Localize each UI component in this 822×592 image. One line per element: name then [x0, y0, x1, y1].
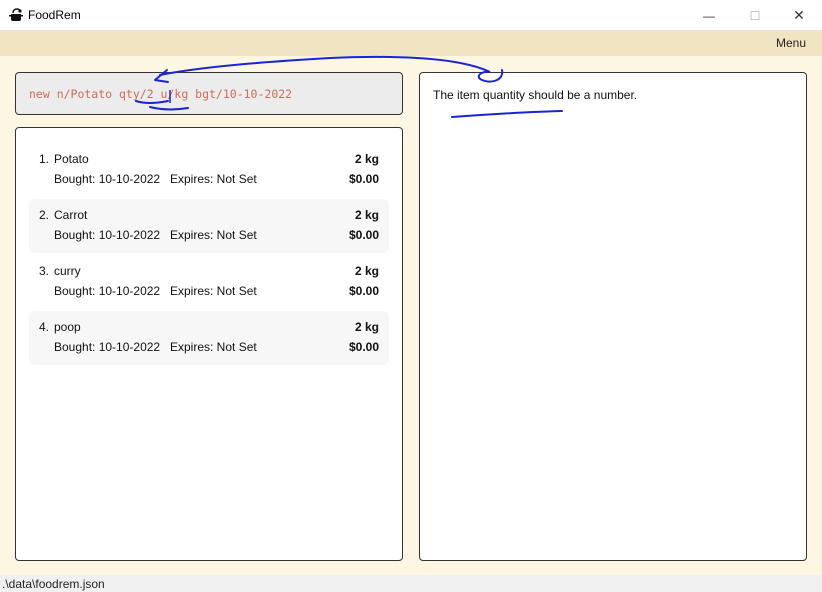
item-name: Potato	[54, 152, 89, 166]
item-price: $0.00	[348, 284, 379, 298]
item-quantity: 2 kg	[354, 152, 379, 166]
item-expiry-date: Expires: Not Set	[170, 172, 257, 186]
item-name: curry	[54, 264, 81, 278]
item-quantity: 2 kg	[354, 264, 379, 278]
minimize-icon: —	[703, 8, 715, 23]
item-index: 2.	[39, 208, 50, 222]
item-index: 3.	[39, 264, 50, 278]
close-button[interactable]: ✕	[776, 0, 822, 31]
list-item[interactable]: 3. curry 2 kg Bought: 10-10-2022 Expires…	[29, 255, 389, 309]
command-box[interactable]: new n/Potato qty/2 u/kg bgt/10-10-2022	[15, 72, 403, 115]
item-name: poop	[54, 320, 81, 334]
item-quantity: 2 kg	[354, 320, 379, 334]
list-item[interactable]: 2. Carrot 2 kg Bought: 10-10-2022 Expire…	[29, 199, 389, 253]
minimize-button[interactable]: —	[686, 0, 732, 31]
status-bar: .\data\foodrem.json	[0, 575, 822, 592]
item-bought-date: Bought: 10-10-2022	[54, 228, 161, 242]
maximize-button[interactable]: ☐	[732, 0, 778, 31]
item-index: 1.	[39, 152, 50, 166]
item-price: $0.00	[348, 340, 379, 354]
item-expiry-date: Expires: Not Set	[170, 228, 257, 242]
item-expiry-date: Expires: Not Set	[170, 340, 257, 354]
item-list-panel[interactable]: 1. Potato 2 kg Bought: 10-10-2022 Expire…	[15, 127, 403, 561]
list-item[interactable]: 4. poop 2 kg Bought: 10-10-2022 Expires:…	[29, 311, 389, 365]
list-item[interactable]: 1. Potato 2 kg Bought: 10-10-2022 Expire…	[29, 143, 389, 197]
menu-button[interactable]: Menu	[776, 36, 806, 50]
item-price: $0.00	[348, 172, 379, 186]
menu-bar: Menu	[0, 31, 822, 56]
chef-pot-icon	[9, 8, 23, 21]
item-bought-date: Bought: 10-10-2022	[54, 340, 161, 354]
item-quantity: 2 kg	[354, 208, 379, 222]
item-bought-date: Bought: 10-10-2022	[54, 172, 161, 186]
maximize-icon: ☐	[749, 8, 761, 23]
data-file-path: .\data\foodrem.json	[2, 577, 105, 591]
result-display: The item quantity should be a number.	[419, 72, 807, 561]
result-message: The item quantity should be a number.	[433, 88, 638, 102]
window-title: FoodRem	[28, 8, 81, 22]
item-index: 4.	[39, 320, 50, 334]
item-bought-date: Bought: 10-10-2022	[54, 284, 161, 298]
item-name: Carrot	[54, 208, 88, 222]
close-icon: ✕	[793, 7, 805, 23]
item-expiry-date: Expires: Not Set	[170, 284, 257, 298]
title-bar: FoodRem — ☐ ✕	[0, 0, 822, 31]
item-price: $0.00	[348, 228, 379, 242]
command-input[interactable]: new n/Potato qty/2 u/kg bgt/10-10-2022	[29, 87, 292, 101]
